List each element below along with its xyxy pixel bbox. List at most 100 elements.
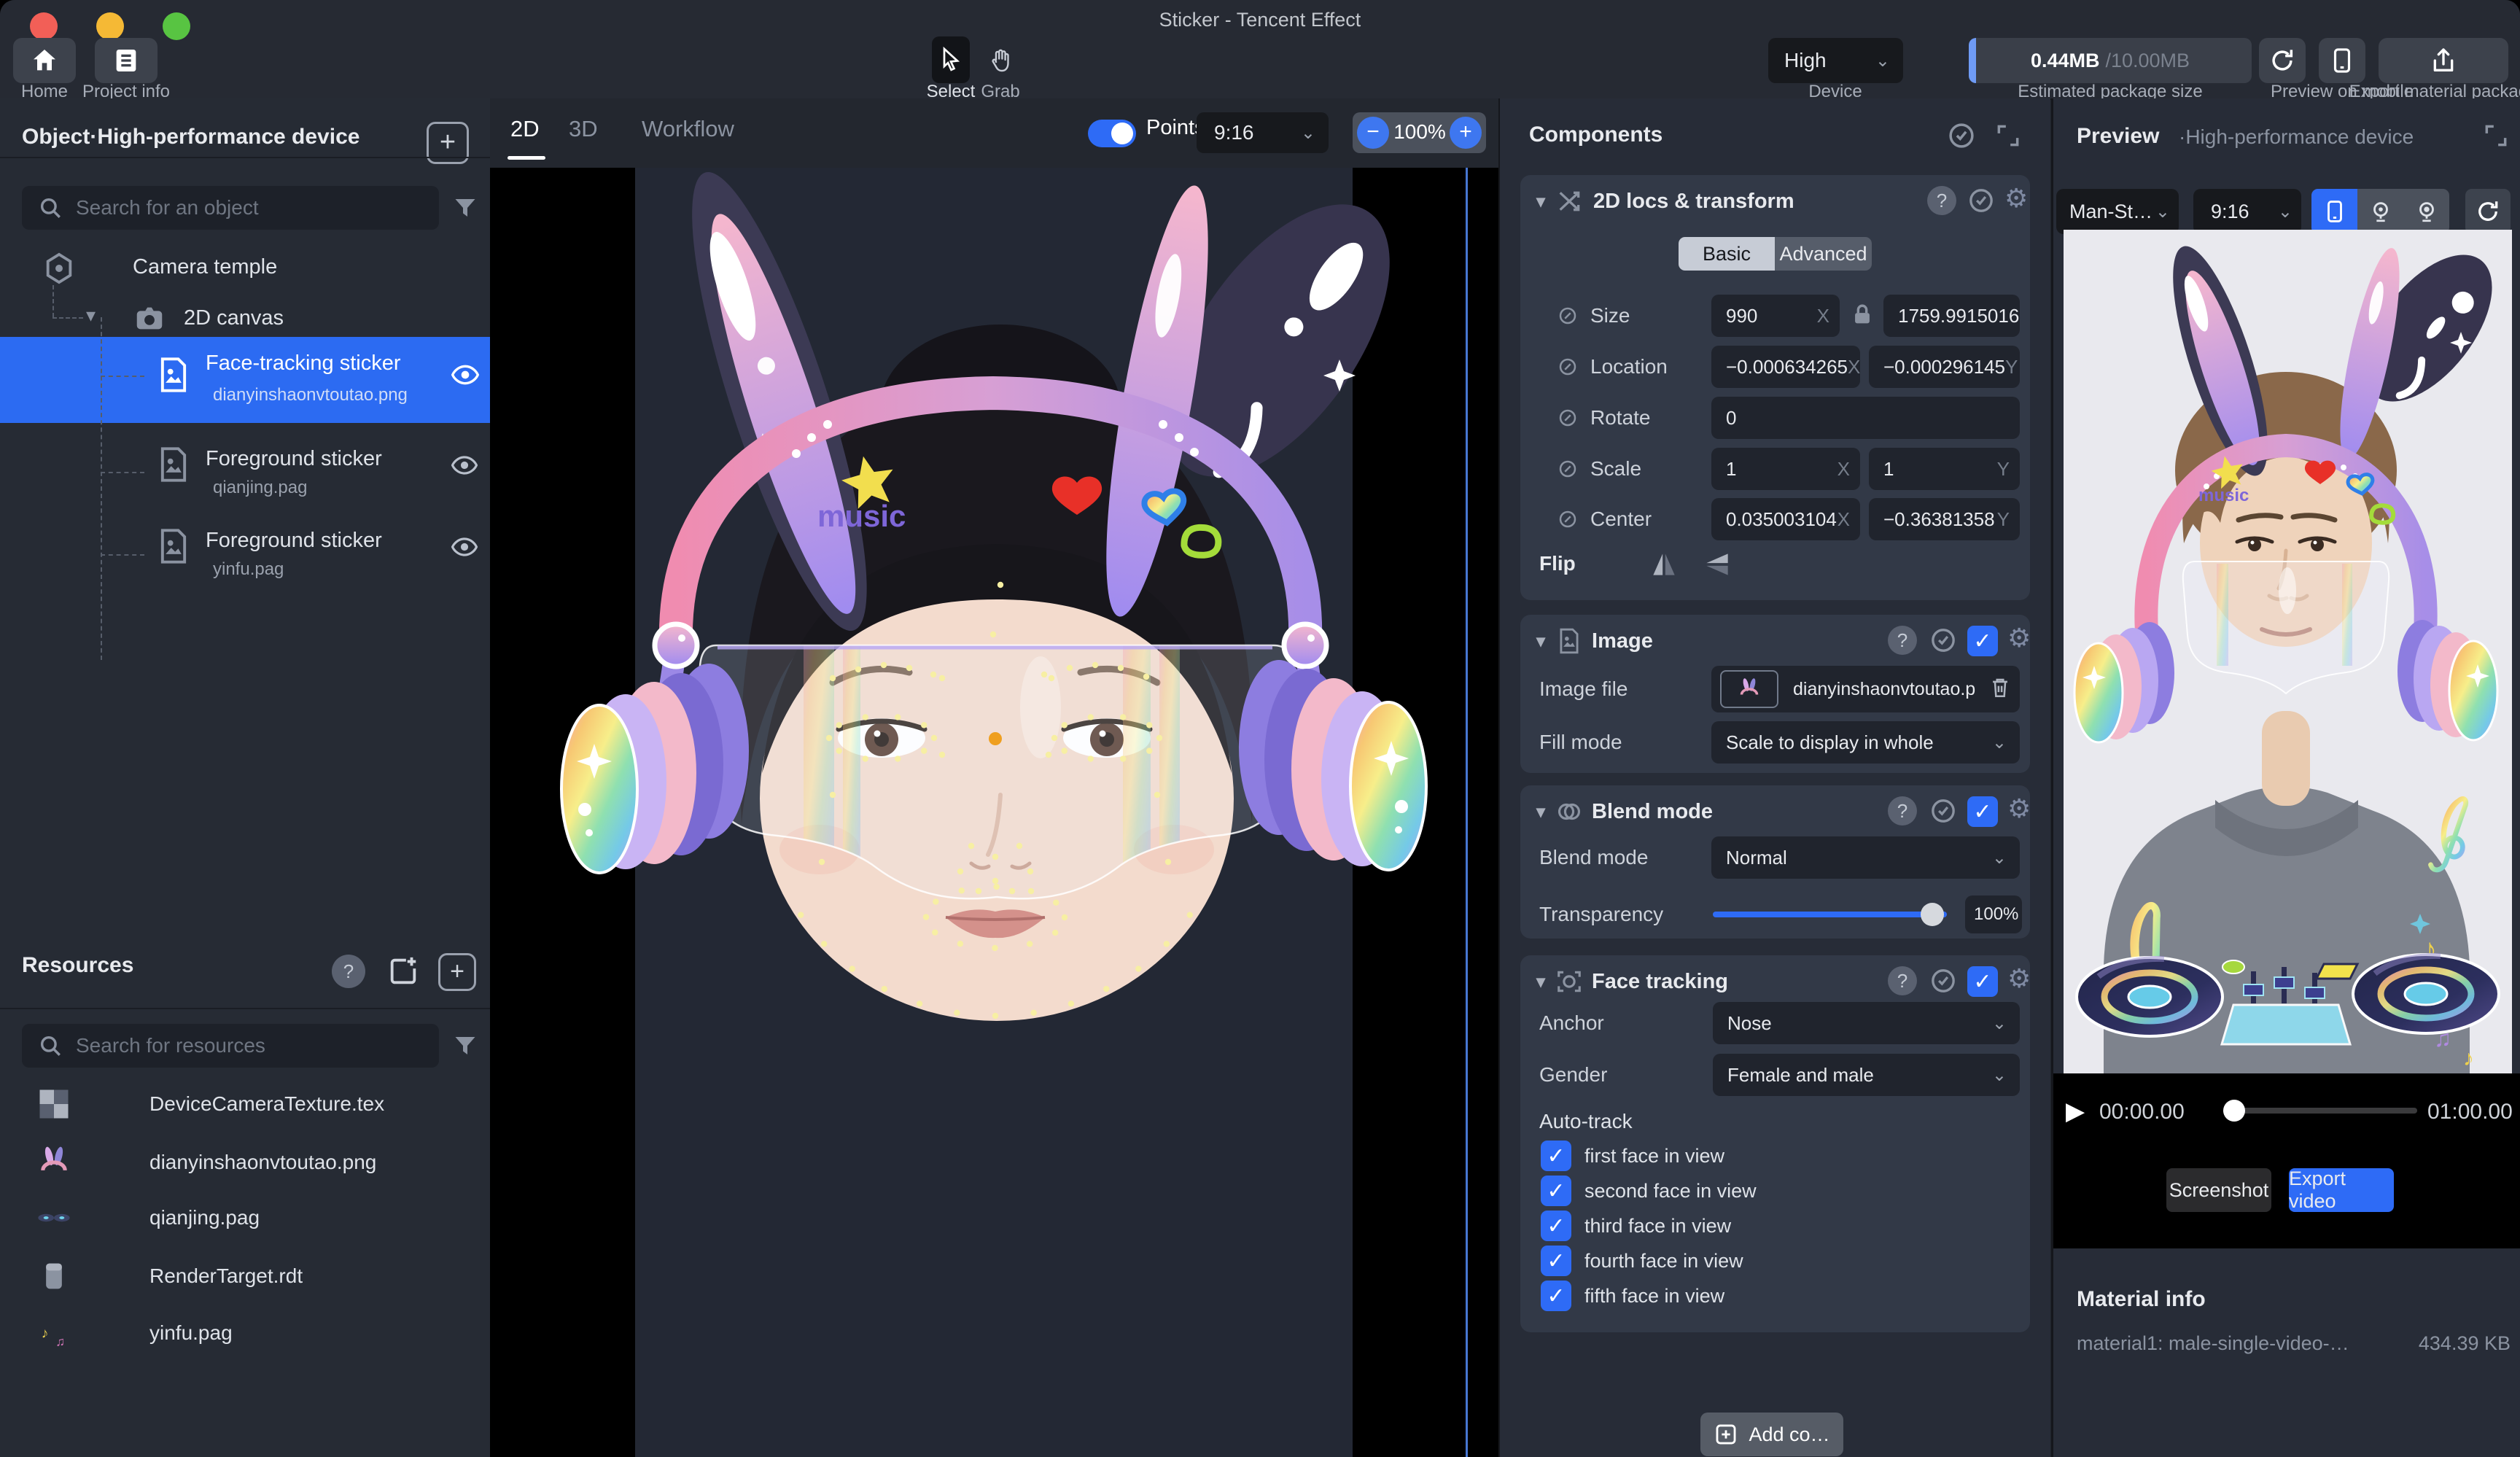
collapse-panel-icon[interactable] (2482, 122, 2510, 153)
checkbox-checked[interactable]: ✓ (1541, 1281, 1571, 1311)
checkbox-checked[interactable]: ✓ (1541, 1246, 1571, 1276)
help-icon[interactable]: ? (1927, 186, 1956, 215)
play-button[interactable]: ▶ (2066, 1097, 2085, 1126)
help-icon[interactable]: ? (1888, 796, 1917, 825)
size-x-input[interactable]: 990X (1711, 295, 1840, 337)
transparency-slider-thumb[interactable] (1921, 903, 1944, 926)
auto-track-option[interactable]: ✓fifth face in view (1541, 1281, 1724, 1311)
resource-item[interactable]: ♪♫ yinfu.pag (0, 1311, 490, 1358)
center-x-input[interactable]: 0.035003104X (1711, 498, 1860, 540)
points-toggle[interactable] (1088, 120, 1136, 147)
refresh-package-button[interactable] (2259, 38, 2306, 83)
rotate-input[interactable]: 0 (1711, 397, 2020, 439)
location-x-input[interactable]: −0.000634265X (1711, 346, 1860, 388)
auto-track-option[interactable]: ✓second face in view (1541, 1176, 1757, 1206)
keyframe-icon[interactable] (1557, 458, 1579, 480)
reset-icon[interactable] (1967, 186, 1996, 219)
resource-item[interactable]: dianyinshaonvtoutao.png (0, 1141, 490, 1187)
tree-expand-caret-icon[interactable]: ▾ (86, 304, 96, 327)
resources-help-button[interactable]: ? (332, 955, 365, 988)
device-quality-dropdown[interactable]: High ⌄ (1768, 38, 1903, 83)
reset-icon[interactable] (1929, 626, 1958, 658)
image-enabled-checkbox[interactable]: ✓ (1967, 626, 1998, 656)
anchor-dropdown[interactable]: Nose⌄ (1713, 1002, 2020, 1044)
screenshot-button[interactable]: Screenshot (2166, 1168, 2271, 1212)
auto-track-option[interactable]: ✓third face in view (1541, 1211, 1731, 1241)
export-package-button[interactable] (2379, 38, 2508, 83)
import-resource-button[interactable] (386, 955, 420, 992)
keyframe-icon[interactable] (1557, 508, 1579, 530)
canvas-stage[interactable]: music (490, 168, 1498, 1457)
gear-icon[interactable]: ⚙ (2007, 625, 2031, 651)
gender-dropdown[interactable]: Female and male⌄ (1713, 1054, 2020, 1096)
keyframe-icon[interactable] (1557, 305, 1579, 327)
gear-icon[interactable]: ⚙ (2007, 965, 2031, 992)
blend-enabled-checkbox[interactable]: ✓ (1967, 796, 1998, 827)
fill-mode-dropdown[interactable]: Scale to display in whole⌄ (1711, 721, 2020, 764)
auto-track-option[interactable]: ✓fourth face in view (1541, 1246, 1743, 1276)
section-caret-icon[interactable]: ▾ (1536, 971, 1545, 992)
mode-basic-tab[interactable]: Basic (1679, 237, 1775, 271)
resource-item[interactable]: DeviceCameraTexture.tex (0, 1082, 490, 1129)
keyframe-icon[interactable] (1557, 407, 1579, 429)
zoom-in-button[interactable]: + (1450, 117, 1482, 149)
resources-filter-icon[interactable] (452, 1033, 478, 1062)
zoom-out-button[interactable]: − (1357, 117, 1389, 149)
checkbox-checked[interactable]: ✓ (1541, 1141, 1571, 1171)
export-video-button[interactable]: Export video (2289, 1168, 2394, 1212)
keyframe-icon[interactable] (1557, 356, 1579, 378)
tab-3d[interactable]: 3D (569, 116, 598, 142)
section-caret-icon[interactable]: ▾ (1536, 631, 1545, 652)
flip-horizontal-icon[interactable] (1648, 548, 1680, 584)
visibility-eye-icon[interactable] (451, 451, 478, 485)
image-file-input[interactable]: dianyinshaonvtoutao.p (1711, 666, 2020, 712)
lock-icon[interactable] (1850, 303, 1875, 331)
grab-tool-button[interactable] (981, 36, 1019, 83)
source-webcam-2-button[interactable] (2403, 189, 2449, 234)
timeline-slider[interactable] (2228, 1108, 2417, 1114)
transform-section-header[interactable]: ▾ 2D locs & transform (1536, 184, 1794, 219)
blend-section-header[interactable]: ▾ Blend mode (1536, 794, 1713, 829)
add-component-button[interactable]: Add co… (1700, 1413, 1843, 1456)
size-y-input[interactable]: 1759.9915016Y (1883, 295, 2020, 337)
project-info-button[interactable] (95, 38, 158, 83)
object-filter-icon[interactable] (452, 195, 478, 225)
blend-mode-dropdown[interactable]: Normal⌄ (1711, 836, 2020, 879)
preview-video[interactable]: music ♪ ♪ ♫ ♪ (2064, 230, 2512, 1073)
gear-icon[interactable]: ⚙ (2007, 796, 2031, 822)
scale-y-input[interactable]: 1Y (1869, 448, 2020, 490)
transparency-slider[interactable] (1713, 912, 1947, 917)
face-tracking-enabled-checkbox[interactable]: ✓ (1967, 966, 1998, 997)
checkbox-checked[interactable]: ✓ (1541, 1176, 1571, 1206)
help-icon[interactable]: ? (1888, 626, 1917, 655)
canvas-aspect-dropdown[interactable]: 9:16 ⌄ (1197, 112, 1329, 153)
visibility-eye-icon[interactable] (451, 360, 480, 393)
resource-item[interactable]: RenderTarget.rdt (0, 1254, 490, 1301)
center-y-input[interactable]: −0.36381358Y (1869, 498, 2020, 540)
object-search-input[interactable] (74, 195, 391, 220)
help-icon[interactable]: ? (1888, 966, 1917, 995)
transparency-value[interactable]: 100% (1965, 895, 2022, 933)
checkbox-checked[interactable]: ✓ (1541, 1211, 1571, 1241)
tab-2d[interactable]: 2D (510, 116, 540, 142)
add-resource-button[interactable]: + (438, 953, 476, 991)
preview-model-dropdown[interactable]: Man-St… ⌄ (2056, 189, 2179, 234)
select-tool-button[interactable] (932, 36, 970, 83)
home-button[interactable] (13, 38, 76, 83)
trash-icon[interactable] (1988, 675, 2012, 704)
preview-refresh-button[interactable] (2465, 189, 2511, 234)
reset-icon[interactable] (1929, 966, 1958, 999)
source-phone-button[interactable] (2311, 189, 2357, 234)
face-tracking-section-header[interactable]: ▾ Face tracking (1536, 964, 1728, 999)
resources-search-box[interactable] (22, 1024, 439, 1068)
gear-icon[interactable]: ⚙ (2004, 185, 2028, 211)
object-search-box[interactable] (22, 186, 439, 230)
section-caret-icon[interactable]: ▾ (1536, 801, 1545, 823)
timeline-thumb[interactable] (2223, 1100, 2245, 1122)
scale-x-input[interactable]: 1X (1711, 448, 1860, 490)
tab-workflow[interactable]: Workflow (642, 116, 734, 142)
visibility-eye-icon[interactable] (451, 533, 478, 567)
preview-on-mobile-button[interactable] (2319, 38, 2365, 83)
section-caret-icon[interactable]: ▾ (1536, 191, 1545, 212)
resource-item[interactable]: qianjing.pag (0, 1196, 490, 1243)
